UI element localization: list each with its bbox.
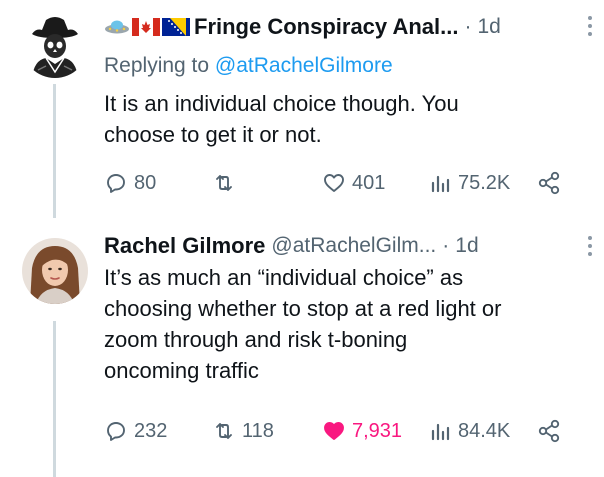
tweet-text-line: It is an individual choice though. You	[104, 91, 459, 116]
views-count: 75.2K	[458, 171, 511, 194]
tweet-text: It is an individual choice though. You c…	[104, 88, 584, 150]
tweet-2-header: Rachel Gilmore @atRachelGilm... · 1d	[104, 231, 588, 261]
heart-icon	[324, 422, 344, 440]
timestamp[interactable]: 1d	[455, 234, 478, 258]
author-name[interactable]: Fringe Conspiracy Anal...	[194, 14, 458, 40]
reply-icon	[107, 422, 125, 441]
skull-cowboy-avatar[interactable]	[22, 12, 88, 78]
separator-dot: ·	[442, 234, 450, 257]
like-count: 7,931	[352, 419, 403, 442]
like-button[interactable]: 7,931	[322, 416, 402, 446]
author-name[interactable]: Rachel Gilmore	[104, 233, 265, 259]
tweet-text-line: choose to get it or not.	[104, 122, 322, 147]
timestamp[interactable]: 1d	[477, 15, 500, 39]
reply-button[interactable]: 80	[104, 168, 156, 198]
tweet-text-line: It’s as much an “individual choice” as	[104, 265, 464, 290]
tweet-text: It’s as much an “individual choice” as c…	[104, 262, 584, 386]
share-button[interactable]	[536, 416, 562, 446]
tweet-actions: 232 118 7,931 84.4K	[104, 416, 584, 446]
canada-flag-icon	[132, 18, 160, 36]
views-button[interactable]: 75.2K	[428, 168, 510, 198]
thread-connector-line	[53, 84, 56, 218]
views-icon	[431, 175, 450, 193]
heart-icon	[324, 174, 344, 192]
like-button[interactable]: 401	[322, 168, 385, 198]
reply-count: 80	[134, 171, 157, 194]
skull-cowboy-avatar-image	[22, 12, 88, 78]
tweet-text-line: oncoming traffic	[104, 358, 259, 383]
share-icon	[538, 419, 560, 443]
replying-to-handle-link[interactable]: @atRachelGilmore	[215, 54, 393, 77]
tweet-actions: 80 401 75.2K	[104, 168, 584, 198]
replying-to: Replying to @atRachelGilmore	[104, 54, 393, 78]
views-icon	[431, 423, 450, 441]
separator-dot: ·	[464, 15, 472, 38]
repost-icon	[216, 175, 232, 191]
repost-count: 118	[242, 419, 274, 442]
flags-emoji	[104, 18, 190, 36]
woman-portrait-avatar-image	[22, 238, 88, 304]
thread-connector-line	[53, 321, 56, 477]
more-icon[interactable]	[588, 236, 594, 256]
more-icon[interactable]	[588, 16, 594, 36]
reply-count: 232	[134, 419, 168, 442]
repost-button[interactable]	[212, 168, 242, 198]
tweet-1-header: Fringe Conspiracy Anal... · 1d	[104, 12, 588, 42]
reply-icon	[107, 174, 125, 193]
ufo-icon	[105, 20, 129, 34]
repost-icon	[216, 423, 232, 439]
repost-button[interactable]: 118	[212, 416, 274, 446]
tweet-text-line: zoom through and risk t-boning	[104, 327, 408, 352]
replying-to-label: Replying to	[104, 54, 210, 77]
share-button[interactable]	[536, 168, 562, 198]
share-icon	[538, 171, 560, 195]
views-button[interactable]: 84.4K	[428, 416, 510, 446]
bosnia-flag-icon	[162, 18, 190, 36]
reply-button[interactable]: 232	[104, 416, 167, 446]
views-count: 84.4K	[458, 419, 511, 442]
author-handle[interactable]: @atRachelGilm...	[271, 234, 436, 258]
tweet-text-line: choosing whether to stop at a red light …	[104, 296, 502, 321]
woman-portrait-avatar[interactable]	[22, 238, 88, 304]
like-count: 401	[352, 171, 386, 194]
